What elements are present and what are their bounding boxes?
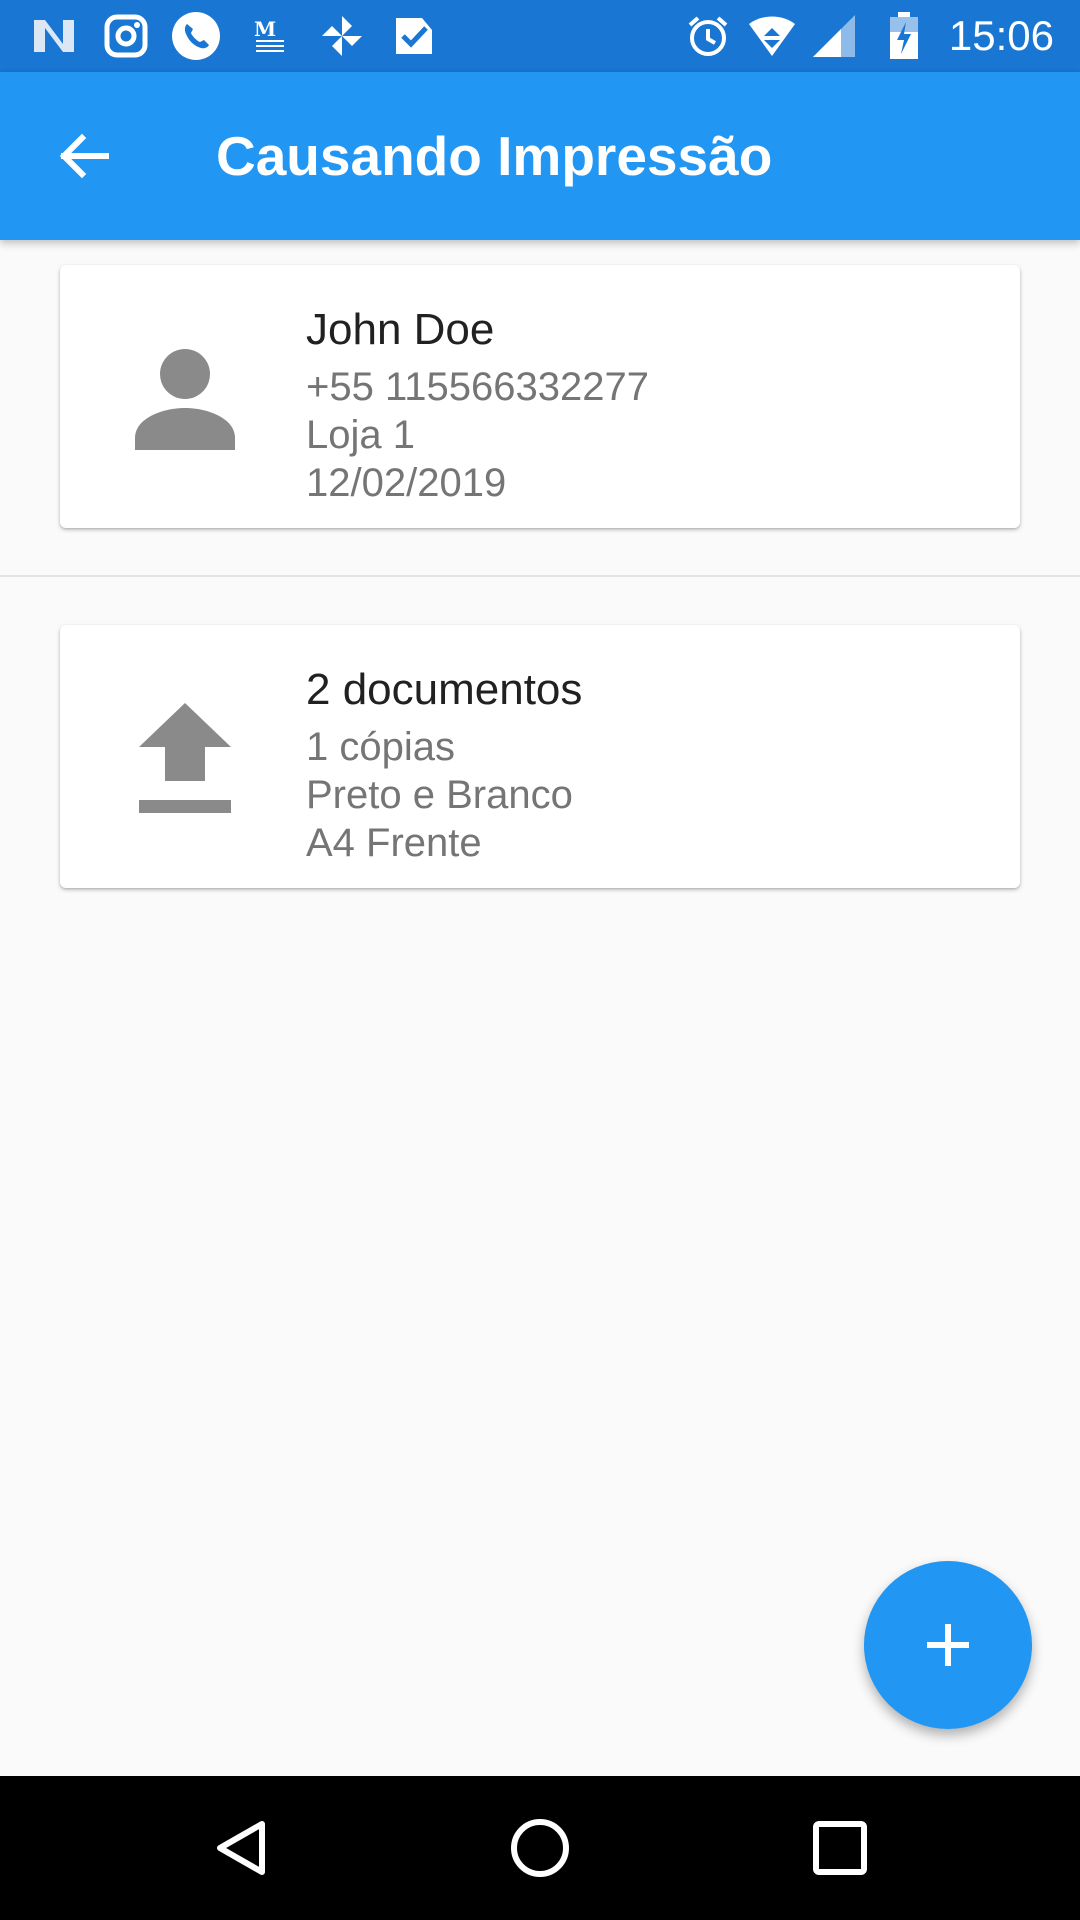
nav-home-button[interactable] [500,1808,580,1888]
status-time: 15:06 [948,12,1054,59]
person-icon [120,333,250,463]
documents-info: 2 documentos 1 cópias Preto e Branco A4 … [306,661,582,867]
signal-icon [808,10,860,62]
alarm-icon [682,10,734,62]
back-button[interactable] [40,112,128,200]
message-icon: M [244,10,296,62]
add-icon [927,1624,969,1666]
status-bar: M 15:06 [0,0,1080,72]
check-app-icon [388,10,440,62]
navigation-bar [0,1776,1080,1920]
nav-back-icon [217,1821,265,1875]
add-button[interactable] [864,1561,1032,1729]
page-title: Causando Impressão [216,125,773,187]
upload-icon [120,693,250,823]
wifi-icon [746,10,798,62]
battery-icon [878,10,930,62]
copies-count: 1 cópias [306,725,455,769]
customer-date: 12/02/2019 [306,461,507,505]
arrow-back-icon [59,133,109,179]
svg-text:M: M [254,17,276,41]
documents-count: 2 documentos [306,665,583,714]
nav-recents-icon [813,1821,867,1875]
phone-icon [170,10,222,62]
pinwheel-icon [316,10,368,62]
n-notification-icon [28,10,80,62]
nav-home-icon [511,1819,569,1877]
app-bar: Causando Impressão [0,72,1080,240]
divider [0,575,1080,577]
instagram-icon [100,10,152,62]
customer-info: John Doe +55 115566332277 Loja 1 12/02/2… [306,301,649,507]
paper-format: A4 Frente [306,821,482,865]
documents-card[interactable]: 2 documentos 1 cópias Preto e Branco A4 … [60,625,1020,888]
nav-recents-button[interactable] [800,1808,880,1888]
color-mode: Preto e Branco [306,773,573,817]
customer-name: John Doe [306,305,495,354]
customer-store: Loja 1 [306,413,415,457]
customer-phone: +55 115566332277 [306,365,649,409]
customer-card[interactable]: John Doe +55 115566332277 Loja 1 12/02/2… [60,265,1020,528]
nav-back-button[interactable] [200,1808,280,1888]
